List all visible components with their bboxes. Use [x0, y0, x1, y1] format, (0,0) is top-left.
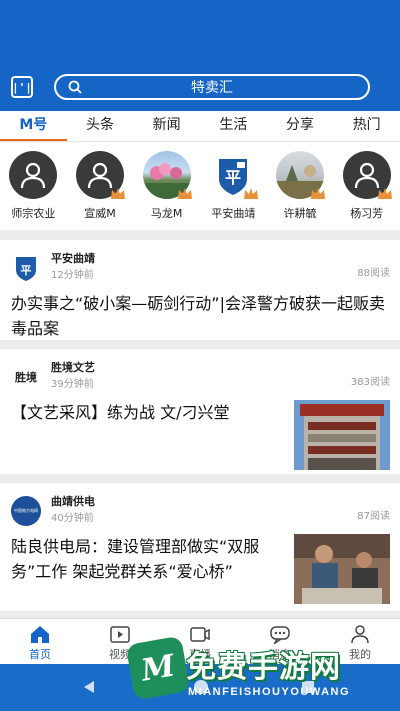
account-item[interactable]: 马龙M — [133, 142, 200, 230]
avatar — [276, 151, 326, 199]
account-name: 杨习芳 — [350, 207, 384, 220]
search-placeholder: 特卖汇 — [191, 80, 233, 96]
tab-share[interactable]: 分享 — [267, 111, 334, 141]
workers-image — [294, 534, 390, 604]
source-name[interactable]: 曲靖供电 — [51, 495, 95, 509]
nav-label: 首页 — [29, 648, 51, 661]
source-logo[interactable]: 胜境 — [11, 361, 41, 392]
user-icon — [21, 162, 46, 189]
tab-headlines[interactable]: 头条 — [67, 111, 134, 141]
logo-text: 中国南方电网 — [14, 507, 38, 513]
watermark-title: 免费手游网 — [186, 650, 341, 685]
account-item[interactable]: 师宗农业 — [0, 142, 67, 230]
scan-icon[interactable]: |'| — [11, 76, 33, 98]
avatar — [76, 151, 125, 199]
news-card[interactable]: 胜境 胜境文艺 39分钟前 383阅读 【文艺采风】练为战 文/刁兴堂 — [0, 349, 400, 474]
tab-hot[interactable]: 热门 — [333, 111, 400, 141]
read-count: 88阅读 — [357, 268, 390, 279]
news-feed: 平 平安曲靖 12分钟前 88阅读 办实事之“破小案—砺剑行动”|会泽警方破获一… — [0, 240, 400, 620]
tab-life[interactable]: 生活 — [200, 111, 267, 141]
source-logo[interactable]: 平 — [11, 252, 41, 283]
post-time: 12分钟前 — [51, 270, 94, 281]
source-logo[interactable]: 中国南方电网 — [11, 495, 41, 526]
news-card[interactable]: 平 平安曲靖 12分钟前 88阅读 办实事之“破小案—砺剑行动”|会泽警方破获一… — [0, 240, 400, 340]
account-row: 师宗农业 宣威M 马龙M 平 平安曲靖 许耕毓 杨习芳 — [0, 142, 400, 230]
crown-icon — [311, 188, 326, 199]
home-icon — [31, 626, 49, 643]
search-bar[interactable]: 特卖汇 — [54, 74, 370, 100]
news-thumbnail[interactable] — [294, 534, 390, 604]
video-icon — [110, 626, 130, 643]
avatar — [342, 151, 392, 199]
svg-text:平: 平 — [21, 264, 32, 277]
avatar: 平 — [209, 151, 259, 199]
user-icon — [354, 162, 379, 189]
news-title[interactable]: 【文艺采风】练为战 文/刁兴堂 — [11, 400, 281, 425]
user-icon — [87, 162, 113, 189]
avatar — [142, 151, 192, 199]
source-name[interactable]: 平安曲靖 — [51, 252, 95, 266]
watermark-subtitle: MIANFEISHOUYOUWANG — [188, 686, 351, 698]
read-count: 383阅读 — [350, 377, 390, 388]
tab-m-number[interactable]: M号 — [0, 111, 67, 141]
news-title[interactable]: 办实事之“破小案—砺剑行动”|会泽警方破获一起贩卖毒品案 — [11, 291, 389, 341]
read-count: 87阅读 — [357, 511, 390, 522]
category-tabs: M号 头条 新闻 生活 分享 热门 — [0, 111, 400, 142]
avatar — [9, 151, 58, 199]
post-time: 39分钟前 — [51, 379, 94, 390]
account-item[interactable]: 杨习芳 — [333, 142, 400, 230]
tower-image — [294, 400, 390, 470]
logo-calligraphy: 胜境 — [15, 370, 37, 384]
tab-news[interactable]: 新闻 — [133, 111, 200, 141]
post-time: 40分钟前 — [51, 513, 94, 524]
nav-home[interactable]: 首页 — [0, 619, 80, 664]
crown-icon — [111, 188, 125, 199]
source-row: 胜境 胜境文艺 39分钟前 — [11, 361, 95, 392]
account-item[interactable]: 平 平安曲靖 — [200, 142, 267, 230]
police-shield-icon: 平 — [11, 252, 41, 283]
svg-text:平: 平 — [225, 168, 241, 187]
news-title[interactable]: 陆良供电局：建设管理部做实“双服务”工作 架起党群关系“爱心桥” — [11, 534, 281, 584]
source-row: 中国南方电网 曲靖供电 40分钟前 — [11, 495, 95, 526]
account-item[interactable]: 宣威M — [67, 142, 134, 230]
account-name: 宣威M — [84, 207, 116, 220]
account-item[interactable]: 许耕毓 — [267, 142, 334, 230]
crown-icon — [177, 188, 192, 199]
crown-icon — [377, 188, 392, 199]
watermark: M 免费手游网 MIANFEISHOUYOUWANG — [125, 635, 392, 706]
source-name[interactable]: 胜境文艺 — [51, 361, 95, 375]
account-name: 许耕毓 — [283, 207, 317, 220]
app-header: |'| 特卖汇 — [0, 0, 400, 111]
back-icon[interactable] — [82, 680, 96, 694]
news-card[interactable]: 中国南方电网 曲靖供电 40分钟前 87阅读 陆良供电局：建设管理部做实“双服务… — [0, 483, 400, 611]
watermark-logo: M — [125, 635, 191, 701]
account-name: 平安曲靖 — [211, 207, 256, 220]
crown-icon — [244, 188, 259, 199]
source-row: 平 平安曲靖 12分钟前 — [11, 252, 95, 283]
account-name: 师宗农业 — [11, 207, 56, 220]
account-name: 马龙M — [150, 207, 183, 220]
news-thumbnail[interactable] — [294, 400, 390, 470]
search-icon — [68, 80, 82, 94]
